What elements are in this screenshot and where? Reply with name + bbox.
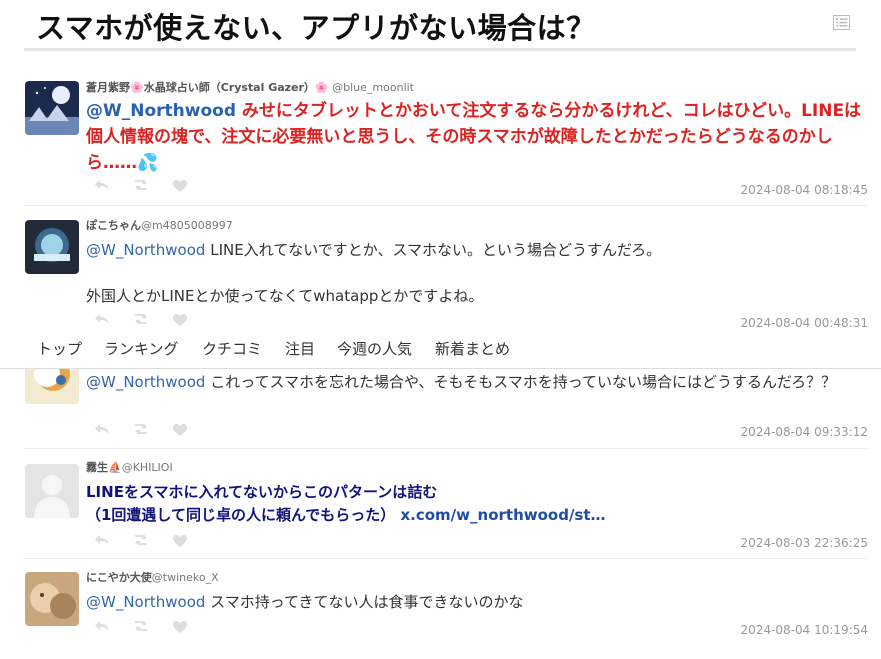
nav-item-weekly-popular[interactable]: 今週の人気 (337, 338, 412, 359)
retweet-icon[interactable] (132, 423, 150, 435)
user-name[interactable]: にこやか大使 (86, 571, 152, 584)
tweet-body: スマホ持ってきてない人は食事できないのかな (205, 593, 524, 611)
reply-icon[interactable] (94, 313, 110, 325)
tweet-card: にこやか大使@twineko_X @W_Northwood スマホ持ってきてない… (24, 568, 868, 659)
mention-link[interactable]: @W_Northwood (86, 593, 205, 611)
user-handle[interactable]: @blue_moonlit (332, 81, 414, 94)
quoted-tweet-link[interactable]: x.com/w_northwood/st… (400, 506, 605, 524)
tweet-actions (94, 179, 188, 193)
like-icon[interactable] (172, 620, 188, 634)
mention-link[interactable]: @W_Northwood (86, 101, 236, 121)
user-line: 蒼月紫野🌸水晶球占い師（Crystal Gazer）🌸 @blue_moonli… (86, 79, 414, 95)
tweet-card: ぽこちゃん@m4805008997 @W_Northwood LINE入れてない… (24, 216, 868, 330)
mention-link[interactable]: @W_Northwood (86, 241, 205, 259)
top-nav: トップ ランキング クチコミ 注目 今週の人気 新着まとめ (0, 330, 881, 369)
tweet-body-line2: 外国人とかLINEとか使ってなくてwhatappとかですよね。 (86, 287, 484, 305)
tweet-timestamp[interactable]: 2024-08-04 10:19:54 (741, 623, 868, 637)
tweet-actions (94, 313, 188, 327)
tweet-card: 蒼月紫野🌸水晶球占い師（Crystal Gazer）🌸 @blue_moonli… (24, 78, 868, 206)
tweet-timestamp[interactable]: 2024-08-04 08:18:45 (741, 183, 868, 197)
nav-item-ranking[interactable]: ランキング (104, 338, 179, 359)
reply-icon[interactable] (94, 179, 110, 191)
reply-icon[interactable] (94, 423, 110, 435)
user-line: にこやか大使@twineko_X (86, 569, 219, 585)
tweet-body-line2: （1回遭遇して同じ卓の人に頼んでもらった） x.com/w_northwood/… (86, 504, 868, 527)
title-bar: スマホが使えない、アプリがない場合は？ (24, 0, 856, 51)
tweet-actions (94, 534, 188, 548)
user-name[interactable]: ぽこちゃん (86, 219, 141, 232)
user-line: 霧生⛵@KHILIOI (86, 459, 173, 475)
tweet-timestamp[interactable]: 2024-08-04 09:33:12 (741, 425, 868, 439)
tweet-text: @W_Northwood みせにタブレットとかおいて注文するなら分かるけれど、コ… (86, 98, 868, 176)
tweet-text: LINEをスマホに入れてないからこのパターンは詰む (86, 483, 438, 501)
tweet-body: これってスマホを忘れた場合や、そもそもスマホを持っていない場合にはどうするんだろ… (205, 373, 837, 391)
avatar[interactable] (25, 572, 79, 626)
retweet-icon[interactable] (132, 179, 150, 191)
tweet-timestamp[interactable]: 2024-08-03 22:36:25 (741, 536, 868, 550)
tweet-timestamp[interactable]: 2024-08-04 00:48:31 (741, 316, 868, 330)
user-handle[interactable]: @KHILIOI (122, 461, 173, 474)
retweet-icon[interactable] (132, 534, 150, 546)
avatar[interactable] (25, 464, 79, 518)
like-icon[interactable] (172, 179, 188, 193)
user-line: ぽこちゃん@m4805008997 (86, 217, 233, 233)
like-icon[interactable] (172, 423, 188, 437)
tweet-card: 霧生⛵@KHILIOI LINEをスマホに入れてないからこのパターンは詰む （1… (24, 458, 868, 559)
mention-link[interactable]: @W_Northwood (86, 373, 205, 391)
nav-item-new-summaries[interactable]: 新着まとめ (435, 338, 510, 359)
nav-item-reviews[interactable]: クチコミ (202, 338, 262, 359)
like-icon[interactable] (172, 313, 188, 327)
reply-icon[interactable] (94, 620, 110, 632)
avatar[interactable] (25, 220, 79, 274)
nav-item-featured[interactable]: 注目 (285, 338, 315, 359)
tweet-body: （1回遭遇して同じ卓の人に頼んでもらった） (86, 506, 396, 524)
reply-icon[interactable] (94, 534, 110, 546)
like-icon[interactable] (172, 534, 188, 548)
user-handle[interactable]: @m4805008997 (141, 219, 233, 232)
tweet-actions (94, 423, 188, 437)
tweet-text: @W_Northwood スマホ持ってきてない人は食事できないのかな (86, 591, 868, 613)
list-icon[interactable] (833, 15, 850, 30)
retweet-icon[interactable] (132, 620, 150, 632)
nav-item-top[interactable]: トップ (37, 338, 82, 359)
user-name[interactable]: 霧生⛵ (86, 461, 122, 474)
tweet-body: LINE入れてないですとか、スマホない。という場合どうすんだろ。 (205, 241, 662, 259)
user-handle[interactable]: @twineko_X (152, 571, 219, 584)
tweet-text: @W_Northwood LINE入れてないですとか、スマホない。という場合どう… (86, 239, 868, 261)
page-title: スマホが使えない、アプリがない場合は？ (36, 11, 596, 45)
user-name[interactable]: 蒼月紫野🌸水晶球占い師（Crystal Gazer）🌸 (86, 81, 329, 94)
tweet-actions (94, 620, 188, 634)
avatar[interactable] (25, 81, 79, 135)
tweet-text: @W_Northwood これってスマホを忘れた場合や、そもそもスマホを持ってい… (86, 371, 868, 393)
retweet-icon[interactable] (132, 313, 150, 325)
